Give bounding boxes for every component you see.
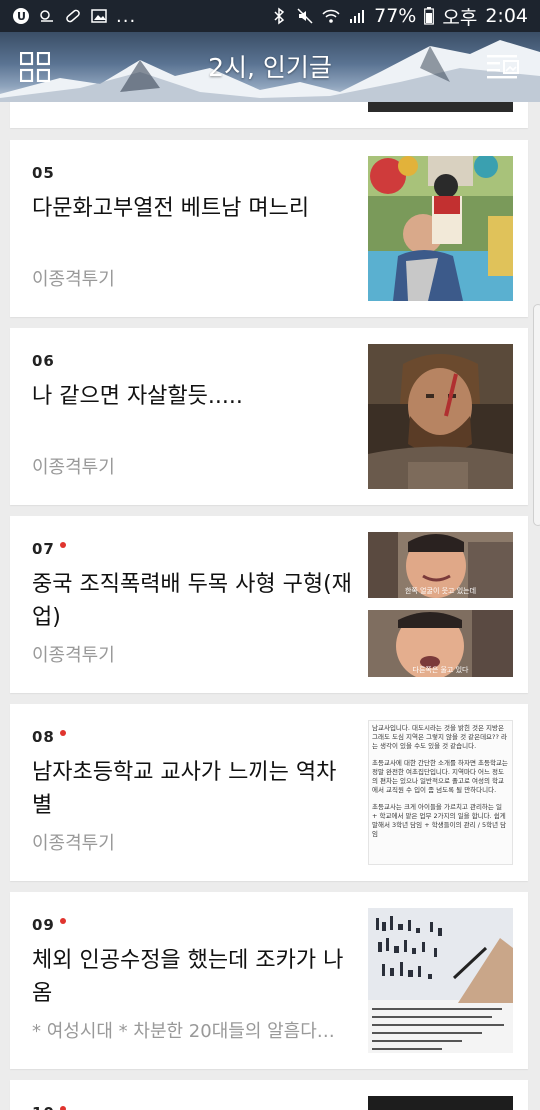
item-source: 이종격투기 bbox=[32, 645, 115, 666]
thumbnail-text-p1: 남교사입니다. 대도시라는 것을 밝힌 것은 지방은 그래도 도심 지역은 그렇… bbox=[372, 724, 507, 750]
gallery-icon bbox=[91, 9, 107, 23]
item-title[interactable]: 중국 조직폭력배 두목 사형 구형(재업) bbox=[32, 568, 352, 634]
scroll-handle[interactable] bbox=[533, 304, 540, 526]
pill-icon bbox=[66, 9, 80, 23]
more-notifications: ... bbox=[116, 5, 137, 27]
thumbnail-image bbox=[368, 344, 513, 489]
thumbnail-image: 한쪽 얼굴이 웃고 있는데 다른쪽은 울고 있다 bbox=[368, 532, 513, 677]
new-indicator-dot bbox=[59, 730, 66, 736]
thumbnail-image bbox=[368, 908, 513, 1053]
item-title[interactable]: 다문화고부열전 베트남 며느리 bbox=[32, 192, 352, 225]
app-header: 2시, 인기글 bbox=[0, 32, 540, 102]
rank-number: 07 bbox=[32, 540, 66, 558]
list-item[interactable]: 07 중국 조직폭력배 두목 사형 구형(재업) 이종격투기 한쪽 얼굴이 웃고… bbox=[10, 516, 528, 693]
status-bar-left: U ... bbox=[12, 6, 136, 27]
bluetooth-icon bbox=[274, 7, 285, 25]
app-notification-icon: U bbox=[13, 8, 29, 24]
status-ampm: 오후 bbox=[442, 6, 478, 29]
svg-text:U: U bbox=[17, 10, 26, 23]
status-bar: U ... 77% 오후 2:04 bbox=[0, 0, 540, 32]
battery-percent: 77% bbox=[374, 5, 417, 27]
new-indicator-dot bbox=[59, 1106, 66, 1110]
thumbnail-text-p2: 초등교사에 대한 간단한 소개를 하자면 초등학교는 정말 완전한 여초집단입니… bbox=[372, 759, 508, 794]
rank-number: 05 bbox=[32, 164, 55, 182]
item-source: * 여성시대 * 차분한 20대들의 알흠다… bbox=[32, 1021, 335, 1042]
item-title[interactable]: 나 같으면 자살할듯..... bbox=[32, 380, 352, 413]
list-item[interactable]: 10 bbox=[10, 1080, 528, 1110]
rank-number: 10 bbox=[32, 1104, 66, 1110]
thumbnail-image bbox=[368, 156, 513, 301]
wifi-icon bbox=[322, 9, 340, 23]
thumbnail-image: 남교사입니다. 대도시라는 것을 밝힌 것은 지방은 그래도 도심 지역은 그렇… bbox=[368, 720, 513, 865]
mute-icon bbox=[297, 8, 313, 24]
thumbnail-frame-bottom: 다른쪽은 울고 있다 bbox=[368, 610, 513, 677]
thumbnail-image bbox=[368, 1096, 513, 1110]
item-title[interactable]: 남자초등학교 교사가 느끼는 역차별 bbox=[32, 756, 352, 822]
page-title: 2시, 인기글 bbox=[208, 53, 332, 82]
signal-icon bbox=[350, 10, 365, 23]
list-item[interactable]: 05 다문화고부열전 베트남 며느리 이종격투기 bbox=[10, 140, 528, 317]
list-item[interactable]: 09 체외 인공수정을 했는데 조카가 나옴 * 여성시대 * 차분한 20대들… bbox=[10, 892, 528, 1069]
item-title[interactable]: 체외 인공수정을 했는데 조카가 나옴 bbox=[32, 944, 352, 1010]
weather-icon bbox=[40, 10, 53, 22]
item-source: 이종격투기 bbox=[32, 269, 115, 290]
list-item[interactable]: 06 나 같으면 자살할듯..... 이종격투기 bbox=[10, 328, 528, 505]
battery-icon bbox=[424, 7, 435, 25]
new-indicator-dot bbox=[59, 918, 66, 924]
item-source: 이종격투기 bbox=[32, 833, 115, 854]
thumbnail-caption: 다른쪽은 울고 있다 bbox=[412, 666, 469, 674]
new-indicator-dot bbox=[59, 542, 66, 548]
thumbnail-text-p3: 초등교사는 크게 아이들을 가르치고 관리하는 일 + 학교에서 맡은 업무 2… bbox=[372, 803, 507, 838]
status-time: 2:04 bbox=[485, 5, 528, 27]
list-item[interactable]: 08 남자초등학교 교사가 느끼는 역차별 이종격투기 남교사입니다. 대도시라… bbox=[10, 704, 528, 881]
status-bar-right: 77% 오후 2:04 bbox=[270, 3, 528, 30]
list-image-menu-icon[interactable] bbox=[486, 54, 522, 80]
thumbnail-caption: 한쪽 얼굴이 웃고 있는데 bbox=[404, 587, 477, 595]
rank-number: 06 bbox=[32, 352, 55, 370]
thumbnail-frame-top: 한쪽 얼굴이 웃고 있는데 bbox=[368, 532, 513, 598]
item-source: 이종격투기 bbox=[32, 457, 115, 478]
rank-number: 08 bbox=[32, 728, 66, 746]
rank-number: 09 bbox=[32, 916, 66, 934]
